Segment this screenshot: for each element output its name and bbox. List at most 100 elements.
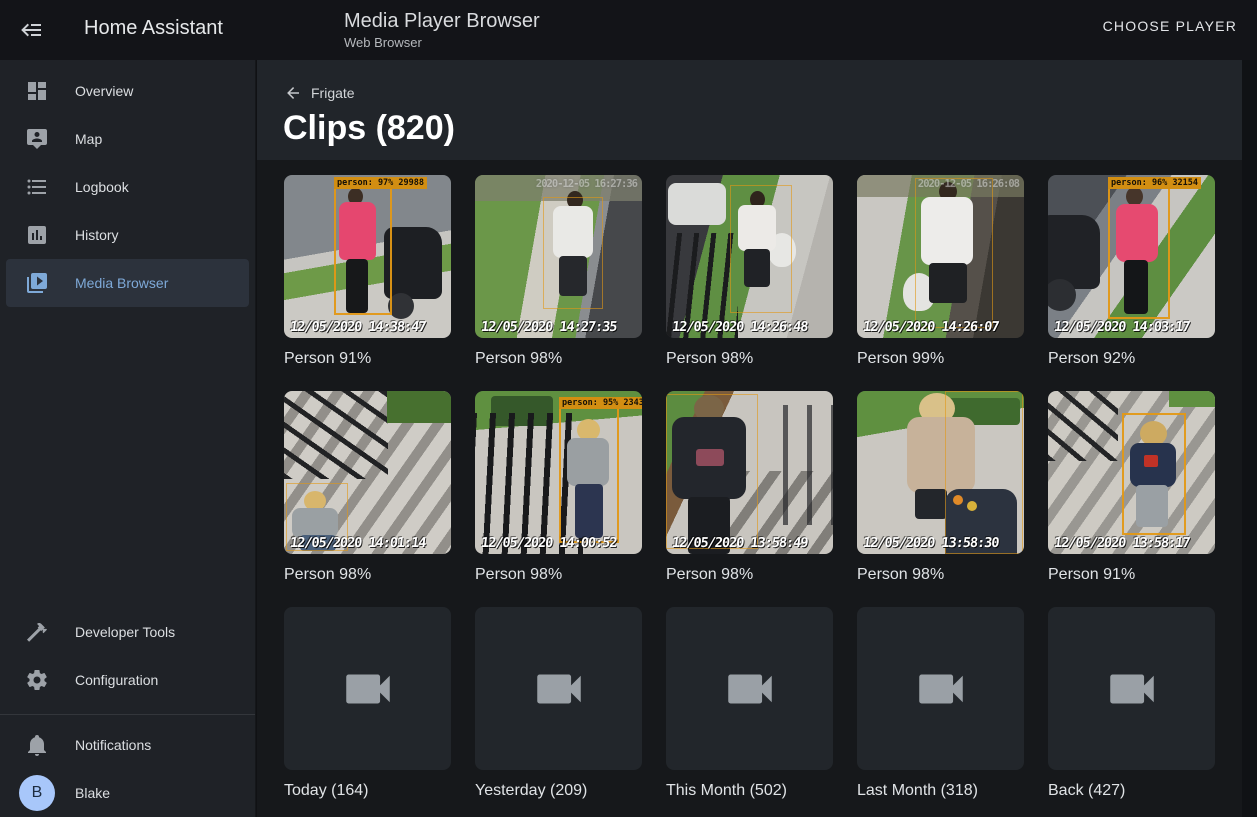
folder-label: Today (164) [284, 781, 451, 800]
clip-thumbnail[interactable]: 12/05/2020 13:58:30 [857, 391, 1024, 554]
timestamp-overlay: 12/05/2020 14:26:48 [671, 319, 808, 335]
detection-bbox [543, 197, 603, 309]
clip-thumbnail[interactable]: 12/05/2020 13:58:17 [1048, 391, 1215, 554]
sidebar-item-label: Media Browser [75, 275, 168, 291]
sidebar-item-history[interactable]: History [6, 211, 249, 259]
folder-label: Yesterday (209) [475, 781, 642, 800]
clip-thumbnail[interactable]: 12/05/2020 13:58:49 [666, 391, 833, 554]
folder-thumbnail[interactable] [284, 607, 451, 770]
sidebar-item-developer-tools[interactable]: Developer Tools [6, 608, 249, 656]
sidebar-item-configuration[interactable]: Configuration [6, 656, 249, 704]
sidebar-divider [0, 714, 255, 715]
sidebar-item-notifications[interactable]: Notifications [6, 721, 249, 769]
scene-art [387, 391, 451, 423]
folder-card[interactable]: Yesterday (209) [475, 607, 642, 800]
clip-thumbnail[interactable]: 12/05/2020 14:01:14 [284, 391, 451, 554]
clip-card[interactable]: 12/05/2020 13:58:17 Person 91% [1048, 391, 1215, 584]
sidebar-item-media-browser[interactable]: Media Browser [6, 259, 249, 307]
folder-card[interactable]: Today (164) [284, 607, 451, 800]
timestamp-overlay: 12/05/2020 14:00:52 [480, 535, 617, 551]
clip-caption: Person 98% [284, 565, 451, 584]
clip-caption: Person 98% [666, 349, 833, 368]
folder-card[interactable]: This Month (502) [666, 607, 833, 800]
video-camera-icon [1103, 660, 1161, 718]
clip-card[interactable]: 12/05/2020 14:01:14 Person 98% [284, 391, 451, 584]
sidebar-item-label: Logbook [75, 179, 129, 195]
clip-card[interactable]: 2020-12-05 16:26:08 12/05/2020 14:26:07 … [857, 175, 1024, 368]
folder-thumbnail[interactable] [857, 607, 1024, 770]
video-camera-icon [530, 660, 588, 718]
map-person-icon [25, 127, 49, 151]
sidebar-spacer [0, 307, 255, 608]
detection-bbox [945, 391, 1023, 554]
clip-card[interactable]: 12/05/2020 13:58:30 Person 98% [857, 391, 1024, 584]
video-camera-icon [339, 660, 397, 718]
clip-caption: Person 98% [857, 565, 1024, 584]
page-title: Media Player Browser [344, 9, 540, 33]
scene-art [783, 405, 833, 525]
video-camera-icon [912, 660, 970, 718]
clip-card[interactable]: 12/05/2020 14:26:48 Person 98% [666, 175, 833, 368]
folder-thumbnail[interactable] [666, 607, 833, 770]
clip-card[interactable]: person: 97% 29988 12/05/2020 14:38:47 Pe… [284, 175, 451, 368]
detection-bbox: person: 97% 29988 [334, 187, 392, 315]
breadcrumb[interactable]: Frigate [284, 84, 355, 102]
sidebar-item-label: Notifications [75, 737, 151, 753]
page-subtitle: Web Browser [344, 35, 540, 50]
clip-card[interactable]: person: 95% 23432 12/05/2020 14:00:52 Pe… [475, 391, 642, 584]
folder-card[interactable]: Back (427) [1048, 607, 1215, 800]
sidebar: Overview Map Logbook History Media Brows… [0, 60, 256, 817]
clip-card[interactable]: person: 96% 32154 12/05/2020 14:03:17 Pe… [1048, 175, 1215, 368]
detection-bbox [730, 185, 792, 313]
history-chart-icon [25, 223, 49, 247]
scene-art [668, 183, 726, 225]
clip-thumbnail[interactable]: person: 97% 29988 12/05/2020 14:38:47 [284, 175, 451, 338]
gear-icon [25, 668, 49, 692]
timestamp-overlay: 12/05/2020 13:58:49 [671, 535, 808, 551]
clip-caption: Person 91% [1048, 565, 1215, 584]
camera-corner-timestamp: 2020-12-05 16:27:36 [536, 178, 637, 190]
detection-bbox [915, 178, 993, 328]
clip-thumbnail[interactable]: person: 95% 23432 12/05/2020 14:00:52 [475, 391, 642, 554]
detection-bbox: person: 96% 32154 [1108, 187, 1170, 319]
folder-label: Back (427) [1048, 781, 1215, 800]
sidebar-nav-list: Overview Map Logbook History Media Brows… [0, 60, 255, 307]
clip-card[interactable]: 2020-12-05 16:27:36 12/05/2020 14:27:35 … [475, 175, 642, 368]
camera-corner-timestamp: 2020-12-05 16:26:08 [918, 178, 1019, 190]
folder-label: This Month (502) [666, 781, 833, 800]
breadcrumb-label: Frigate [311, 85, 355, 101]
clip-caption: Person 98% [666, 565, 833, 584]
sidebar-item-label: Map [75, 131, 102, 147]
sidebar-item-overview[interactable]: Overview [6, 67, 249, 115]
page-title-block: Media Player Browser Web Browser [344, 9, 540, 50]
clip-caption: Person 99% [857, 349, 1024, 368]
clips-grid: person: 97% 29988 12/05/2020 14:38:47 Pe… [284, 175, 1242, 800]
app-title: Home Assistant [84, 17, 223, 40]
scene-art [1048, 391, 1118, 461]
avatar: B [19, 775, 55, 811]
backburger-menu-icon [20, 18, 44, 42]
scene-art [1048, 215, 1100, 289]
clip-thumbnail[interactable]: 12/05/2020 14:26:48 [666, 175, 833, 338]
folder-thumbnail[interactable] [475, 607, 642, 770]
sidebar-item-map[interactable]: Map [6, 115, 249, 163]
timestamp-overlay: 12/05/2020 14:38:47 [289, 319, 426, 335]
sidebar-toggle-button[interactable] [12, 10, 52, 50]
folder-thumbnail[interactable] [1048, 607, 1215, 770]
sidebar-item-user-profile[interactable]: B Blake [6, 769, 249, 817]
folder-card[interactable]: Last Month (318) [857, 607, 1024, 800]
clip-thumbnail[interactable]: 2020-12-05 16:27:36 12/05/2020 14:27:35 [475, 175, 642, 338]
scene-art [1169, 391, 1215, 407]
detection-label: person: 97% 29988 [334, 177, 427, 189]
clip-thumbnail[interactable]: 2020-12-05 16:26:08 12/05/2020 14:26:07 [857, 175, 1024, 338]
timestamp-overlay: 12/05/2020 14:03:17 [1053, 319, 1190, 335]
clip-thumbnail[interactable]: person: 96% 32154 12/05/2020 14:03:17 [1048, 175, 1215, 338]
clip-caption: Person 92% [1048, 349, 1215, 368]
sidebar-item-label: Developer Tools [75, 624, 175, 640]
clip-card[interactable]: 12/05/2020 13:58:49 Person 98% [666, 391, 833, 584]
detection-bbox: person: 95% 23432 [559, 407, 619, 543]
sidebar-item-logbook[interactable]: Logbook [6, 163, 249, 211]
logbook-list-icon [25, 175, 49, 199]
scrollbar-track[interactable] [1242, 60, 1257, 817]
choose-player-button[interactable]: CHOOSE PLAYER [1103, 18, 1237, 34]
